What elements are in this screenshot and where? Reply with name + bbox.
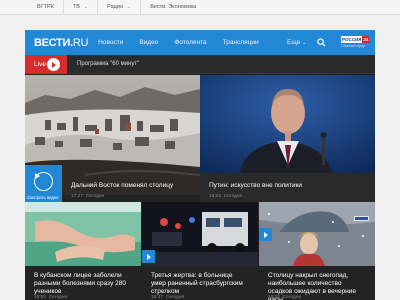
timestamp: 18:32 Сегодня: [268, 295, 302, 300]
timestamp: 18:23 Сегодня: [209, 194, 243, 199]
search-icon[interactable]: [317, 38, 326, 47]
nav-menu: Новости Видео Фотолента Трансляции: [98, 39, 274, 46]
topbar-item-vesti-economics[interactable]: Вести. Экономика: [140, 0, 205, 15]
timestamp: 17:27 Сегодня: [71, 194, 105, 199]
watch-video-button[interactable]: Смотреть видео: [25, 165, 62, 206]
channel-logo-russia24[interactable]: РОССИЯ 24 Главный эфир: [341, 36, 370, 48]
video-play-icon[interactable]: [259, 228, 272, 241]
live-badge[interactable]: Live: [25, 55, 67, 74]
nav-item-photo[interactable]: Фотолента: [174, 39, 206, 46]
headline[interactable]: Путин: искусство вне политики: [200, 182, 375, 190]
nav-item-broadcasts[interactable]: Трансляции: [223, 39, 259, 46]
news-card-snowfall[interactable]: Столицу накрыл снегопад, наибольшее коли…: [259, 202, 375, 300]
play-icon: [47, 58, 60, 71]
night-police-image: [142, 202, 258, 266]
nav-more-button[interactable]: Еще ⌄: [287, 39, 306, 46]
headline[interactable]: Третья жертва: в больнице умер раненный …: [142, 272, 258, 296]
chevron-down-icon: ⌄: [83, 4, 89, 10]
timestamp: 18:37 Сегодня: [151, 295, 185, 300]
headline[interactable]: В кубанском лицее заболели разными болез…: [25, 272, 141, 296]
live-strip[interactable]: Live Программа "60 минут": [25, 55, 375, 74]
headline[interactable]: Дальний Восток поменял столицу: [62, 182, 200, 190]
topbar-item-radio[interactable]: Радио ⌄: [97, 0, 140, 15]
play-icon: [34, 172, 53, 191]
top-utility-bar: ВГТРК ТВ ⌄ Радио ⌄ Вести. Экономика: [0, 0, 400, 15]
live-program-title[interactable]: Программа "60 минут": [77, 61, 139, 67]
nav-item-news[interactable]: Новости: [98, 39, 123, 46]
timestamp: 18:52 Сегодня: [34, 295, 68, 300]
chevron-down-icon: ⌄: [127, 4, 132, 10]
snowy-street-image: [259, 202, 375, 266]
main-container: ВЕСТИ. RU Новости Видео Фотолента Трансля…: [25, 30, 375, 300]
site-logo[interactable]: ВЕСТИ. RU: [34, 37, 88, 49]
topbar-item-vgtrk[interactable]: ВГТРК: [28, 0, 63, 15]
news-card-kuban[interactable]: В кубанском лицее заболели разными болез…: [25, 202, 141, 300]
nav-item-video[interactable]: Видео: [139, 39, 158, 46]
hospital-hands-image: [25, 202, 141, 266]
video-play-icon[interactable]: [142, 250, 155, 263]
main-nav: ВЕСТИ. RU Новости Видео Фотолента Трансля…: [25, 30, 375, 55]
speaker-portrait-image: [200, 75, 375, 173]
chevron-down-icon: ⌄: [302, 40, 307, 46]
topbar-item-tv[interactable]: ТВ ⌄: [62, 0, 97, 15]
news-card-strasbourg[interactable]: Третья жертва: в больнице умер раненный …: [142, 202, 258, 300]
